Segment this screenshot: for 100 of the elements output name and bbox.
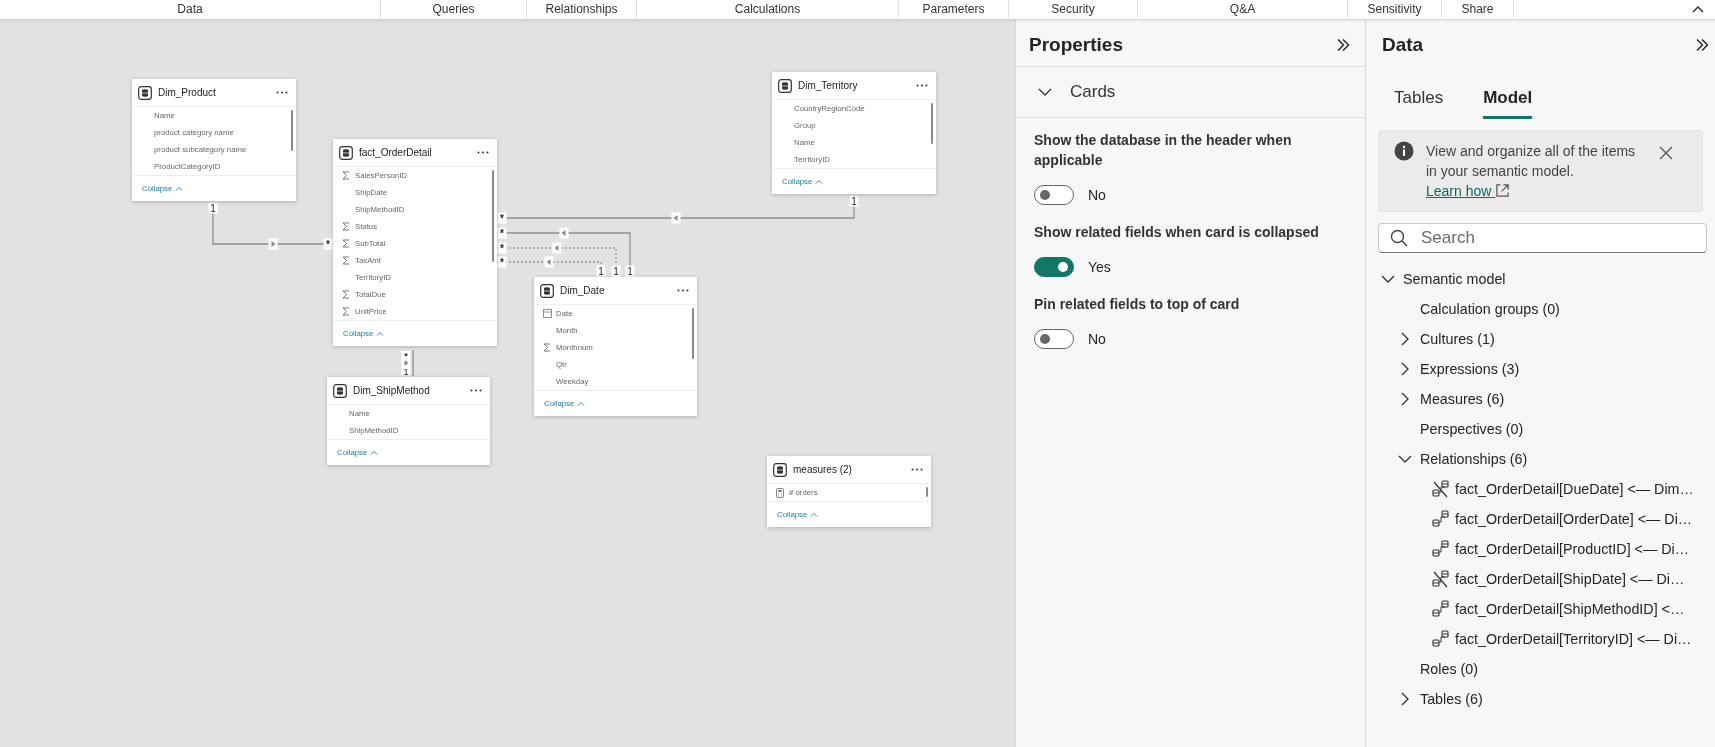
ribbon-group-label: Security	[1009, 0, 1138, 18]
scrollbar[interactable]	[931, 103, 933, 144]
cardinality-label: 1	[851, 195, 857, 207]
chevron-right-icon[interactable]	[1401, 392, 1409, 406]
ribbon-group-label: Q&A	[1138, 0, 1348, 18]
table-icon	[773, 462, 787, 477]
relationship-item[interactable]: fact_OrderDetail[TerritoryID] <— Di…	[1455, 631, 1692, 647]
external-link-icon	[1495, 183, 1511, 198]
tree-item[interactable]: Cultures (1)	[1420, 331, 1495, 347]
tab[interactable]: Model	[1483, 86, 1533, 119]
tree-item[interactable]: Calculation groups (0)	[1420, 301, 1560, 317]
ribbon-group-label: Relationships	[527, 0, 637, 18]
ribbon-group-label: Parameters	[899, 0, 1009, 18]
chevron-right-icon[interactable]	[1401, 362, 1409, 376]
table-icon	[333, 383, 347, 398]
tree-item[interactable]: Semantic model	[1403, 271, 1506, 287]
table-title: Dim_Date	[560, 285, 606, 296]
table-icon	[540, 283, 554, 298]
ribbon-group-label: Calculations	[637, 0, 899, 18]
collapse-pane-icon[interactable]	[1335, 37, 1351, 52]
setting-label: Show related fields when card is collapsed	[1034, 223, 1320, 242]
toggle-label: Yes	[1088, 259, 1111, 275]
scrollbar[interactable]	[492, 170, 494, 262]
table-title: Dim_Product	[158, 87, 217, 98]
relationship-item[interactable]: fact_OrderDetail[DueDate] <— Dim…	[1455, 481, 1694, 497]
ribbon-group-label: Data	[0, 0, 381, 18]
more-options-icon[interactable]	[677, 289, 689, 292]
table-title: fact_OrderDetail	[359, 147, 433, 158]
table-title: Dim_Territory	[798, 80, 859, 91]
tree-item[interactable]: Perspectives (0)	[1420, 421, 1524, 437]
filter-direction-icon	[671, 212, 681, 224]
section-header[interactable]: Cards	[1070, 82, 1116, 102]
relationship-item[interactable]: fact_OrderDetail[ProductID] <— Di…	[1455, 541, 1689, 557]
scrollbar[interactable]	[692, 308, 694, 359]
tree-item[interactable]: Measures (6)	[1420, 391, 1505, 407]
calendar-icon	[542, 309, 552, 318]
tab[interactable]: Tables	[1394, 86, 1444, 119]
relationship-line[interactable]: 1 *	[496, 194, 859, 224]
toggle-switch[interactable]	[1034, 257, 1074, 277]
table-icon	[339, 145, 353, 160]
chevron-right-icon[interactable]	[1401, 692, 1409, 706]
learn-how-link[interactable]: Learn how	[1426, 183, 1511, 199]
filter-direction-icon	[559, 227, 569, 239]
more-options-icon[interactable]	[477, 151, 489, 154]
table-title: measures (2)	[793, 464, 853, 475]
collapse-ribbon-icon[interactable]	[1691, 4, 1705, 14]
sum-icon	[543, 343, 551, 352]
close-icon[interactable]	[1658, 145, 1674, 161]
search-icon	[1390, 229, 1408, 247]
relationship-item[interactable]: fact_OrderDetail[OrderDate] <— Di…	[1455, 511, 1693, 527]
setting-label: Show the database in the header when applicable	[1034, 131, 1293, 170]
relationship-item[interactable]: fact_OrderDetail[ShipDate] <— Di…	[1455, 571, 1685, 587]
chevron-right-icon[interactable]	[1401, 332, 1409, 346]
cardinality-label: 1	[210, 202, 216, 214]
cardinality-label: *	[500, 212, 504, 224]
cardinality-label: *	[500, 242, 504, 254]
chevron-down-icon[interactable]	[1038, 88, 1052, 96]
toggle-label: No	[1088, 187, 1106, 203]
relationship-line[interactable]: 1 *	[401, 349, 414, 377]
info-icon	[1394, 141, 1414, 161]
ribbon-group-label: Share	[1442, 0, 1514, 18]
search-field[interactable]: Search	[1378, 223, 1707, 253]
filter-direction-icon	[401, 359, 411, 367]
toggle-label: No	[1088, 331, 1106, 347]
scrollbar[interactable]	[291, 110, 293, 151]
cardinality-label: *	[500, 256, 504, 268]
calculator-icon	[776, 487, 784, 498]
tree-item[interactable]: Tables (6)	[1420, 691, 1483, 707]
cardinality-label: 1	[403, 366, 409, 377]
relationship-item[interactable]: fact_OrderDetail[ShipMethodID] <…	[1455, 601, 1685, 617]
chevron-down-icon[interactable]	[1381, 275, 1395, 283]
more-options-icon[interactable]	[911, 468, 923, 471]
toggle-switch[interactable]	[1034, 329, 1074, 349]
cardinality-label: *	[404, 350, 408, 361]
tree-item[interactable]: Roles (0)	[1420, 661, 1478, 677]
cardinality-label: *	[326, 238, 330, 250]
table-icon	[778, 78, 792, 93]
tree-item[interactable]: Expressions (3)	[1420, 361, 1520, 377]
more-options-icon[interactable]	[470, 389, 482, 392]
toggle-switch[interactable]	[1034, 185, 1074, 205]
pane-title: Properties	[1029, 33, 1123, 56]
more-options-icon[interactable]	[916, 84, 928, 87]
scrollbar[interactable]	[926, 487, 928, 497]
table-icon	[138, 85, 152, 100]
setting-label: Pin related fields to top of card	[1034, 295, 1241, 314]
info-message: View and organize all of the items in your semantic model. Learn how	[1426, 142, 1637, 201]
cardinality-label: 1	[613, 265, 619, 277]
chevron-down-icon[interactable]	[1398, 455, 1412, 463]
tree-item[interactable]: Relationships (6)	[1420, 451, 1528, 467]
ribbon-group-label: Sensitivity	[1348, 0, 1442, 18]
filter-direction-icon	[268, 238, 278, 250]
pane-title: Data	[1382, 33, 1424, 56]
ribbon-group-label: Queries	[381, 0, 527, 18]
filter-direction-icon	[552, 242, 562, 254]
collapse-pane-icon[interactable]	[1694, 37, 1710, 52]
filter-direction-icon	[544, 256, 554, 268]
more-options-icon[interactable]	[276, 91, 288, 94]
cardinality-label: *	[500, 227, 504, 239]
cardinality-label: 1	[627, 265, 633, 277]
sum-icon	[342, 171, 350, 180]
